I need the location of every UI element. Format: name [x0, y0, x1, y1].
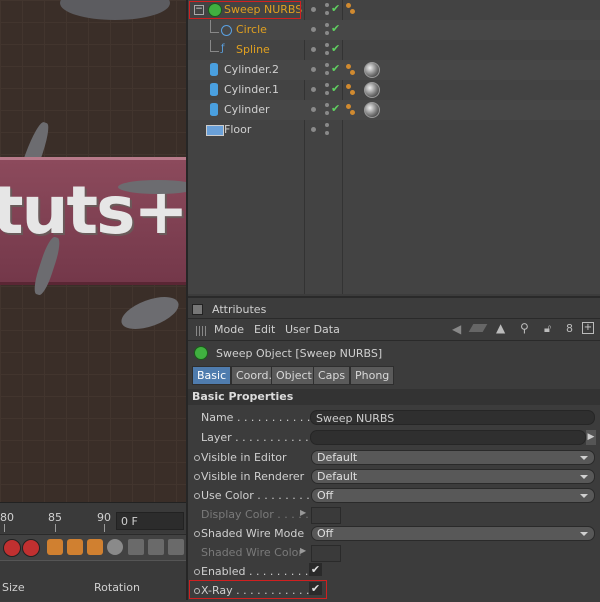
name-field[interactable]: Sweep NURBS [310, 410, 595, 425]
expand-arrow-icon[interactable]: ▶ [300, 508, 306, 517]
visible-in-renderer-label: Visible in Renderer [201, 470, 305, 483]
record-icon[interactable] [3, 539, 21, 557]
object-row-cylinder-2[interactable]: Cylinder.2 ✔ [188, 60, 600, 80]
enabled-check-icon[interactable]: ✔ [331, 42, 340, 55]
menu-user-data[interactable]: User Data [285, 323, 340, 336]
layer-label: Layer . . . . . . . . . . . [201, 431, 309, 444]
layer-arrow-icon[interactable]: ▶ [586, 430, 596, 445]
tab-object[interactable]: Object [271, 366, 317, 385]
shaded-wire-mode-dropdown[interactable]: Off [311, 526, 595, 541]
timeline-tick-label: 85 [48, 511, 62, 524]
highlight-box [189, 580, 327, 599]
tab-caps[interactable]: Caps [313, 366, 351, 385]
floor-icon [206, 125, 224, 136]
visible-in-editor-label: Visible in Editor [201, 451, 287, 464]
object-name: Spline [236, 43, 270, 56]
expand-arrow-icon[interactable]: ▶ [300, 546, 306, 555]
3d-viewport[interactable]: tuts+ [0, 0, 186, 502]
object-manager: − Sweep NURBS ✔ Circle ✔ ƒ Spline ✔ Cyli… [188, 0, 600, 294]
search-icon[interactable]: ⚲ [520, 321, 529, 335]
enabled-check-icon[interactable]: ✔ [331, 82, 340, 95]
rotation-label: Rotation [94, 581, 141, 594]
menu-mode[interactable]: Mode [214, 323, 244, 336]
forward-icon[interactable] [468, 324, 488, 332]
material-tag-icon[interactable] [364, 102, 380, 118]
grip-icon [196, 326, 206, 336]
tab-phong[interactable]: Phong [350, 366, 395, 385]
display-color-swatch[interactable] [311, 507, 341, 524]
use-color-dropdown[interactable]: Off [311, 488, 595, 503]
attributes-title: Attributes [212, 303, 267, 316]
enabled-checkbox[interactable]: ✔ [309, 563, 322, 576]
enabled-check-icon[interactable]: ✔ [331, 102, 340, 115]
timeline-tick-label: 90 [97, 511, 111, 524]
shaded-wire-color-swatch[interactable] [311, 545, 341, 562]
grid-key-icon[interactable] [128, 539, 144, 555]
timeline-tick-label: 80 [0, 511, 14, 524]
visible-in-editor-dropdown[interactable]: Default [311, 450, 595, 465]
material-tag-icon[interactable] [364, 62, 380, 78]
object-name: Cylinder.1 [224, 83, 280, 96]
object-name: Floor [224, 123, 252, 136]
lock-icon[interactable]: 🔓︎ [544, 322, 551, 336]
shaded-wire-mode-label: Shaded Wire Mode [201, 527, 305, 540]
up-arrow-icon[interactable]: ▲ [496, 321, 505, 335]
node-icon[interactable]: 8 [566, 322, 573, 335]
layer-field[interactable] [310, 430, 586, 445]
section-title: Basic Properties [192, 390, 294, 403]
help-icon[interactable] [22, 539, 40, 557]
object-row-cylinder-1[interactable]: Cylinder.1 ✔ [188, 80, 600, 100]
phong-tag-icon[interactable] [346, 104, 356, 116]
param-key-icon[interactable] [107, 539, 123, 555]
point-key-icon[interactable] [148, 539, 164, 555]
object-row-cylinder[interactable]: Cylinder ✔ [188, 100, 600, 120]
phong-tag-icon[interactable] [346, 3, 356, 15]
scale-key-icon[interactable] [87, 539, 103, 555]
name-label: Name . . . . . . . . . . . [201, 411, 311, 424]
object-row-spline[interactable]: ƒ Spline ✔ [188, 40, 600, 60]
rotate-key-icon[interactable] [67, 539, 83, 555]
move-key-icon[interactable] [47, 539, 63, 555]
object-name: Circle [236, 23, 267, 36]
section-header: Basic Properties [188, 389, 600, 405]
highlight-box [189, 1, 301, 19]
panel-menu-icon[interactable] [192, 304, 203, 315]
phong-tag-icon[interactable] [346, 64, 356, 76]
enabled-label: Enabled . . . . . . . . . . [201, 565, 316, 578]
tab-basic[interactable]: Basic [192, 366, 232, 385]
cylinder-icon [210, 83, 218, 96]
cylinder-icon [210, 103, 218, 116]
visible-in-renderer-dropdown[interactable]: Default [311, 469, 595, 484]
enabled-check-icon[interactable]: ✔ [331, 2, 340, 15]
sweep-nurbs-icon [194, 346, 208, 360]
object-row-circle[interactable]: Circle ✔ [188, 20, 600, 40]
back-arrow-icon[interactable]: ◀ [452, 322, 461, 336]
enabled-check-icon[interactable]: ✔ [331, 62, 340, 75]
circle-spline-icon [221, 25, 232, 36]
menu-edit[interactable]: Edit [254, 323, 275, 336]
object-title: Sweep Object [Sweep NURBS] [216, 347, 383, 360]
phong-tag-icon[interactable] [346, 84, 356, 96]
object-name: Cylinder.2 [224, 63, 280, 76]
coordinates-header: Size Rotation [0, 560, 186, 601]
size-label: Size [2, 581, 25, 594]
more-key-icon[interactable] [168, 539, 184, 555]
object-row-floor[interactable]: Floor [188, 120, 600, 140]
enabled-check-icon[interactable]: ✔ [331, 22, 340, 35]
cylinder-icon [210, 63, 218, 76]
new-panel-icon[interactable]: + [582, 322, 594, 334]
material-tag-icon[interactable] [364, 82, 380, 98]
use-color-label: Use Color . . . . . . . . . [201, 489, 317, 502]
object-name: Cylinder [224, 103, 270, 116]
spline-icon: ƒ [221, 43, 225, 54]
frame-field[interactable]: 0 F [116, 512, 184, 530]
shaded-wire-color-label: Shaded Wire Color [201, 546, 303, 559]
playback-toolbar [0, 534, 186, 561]
